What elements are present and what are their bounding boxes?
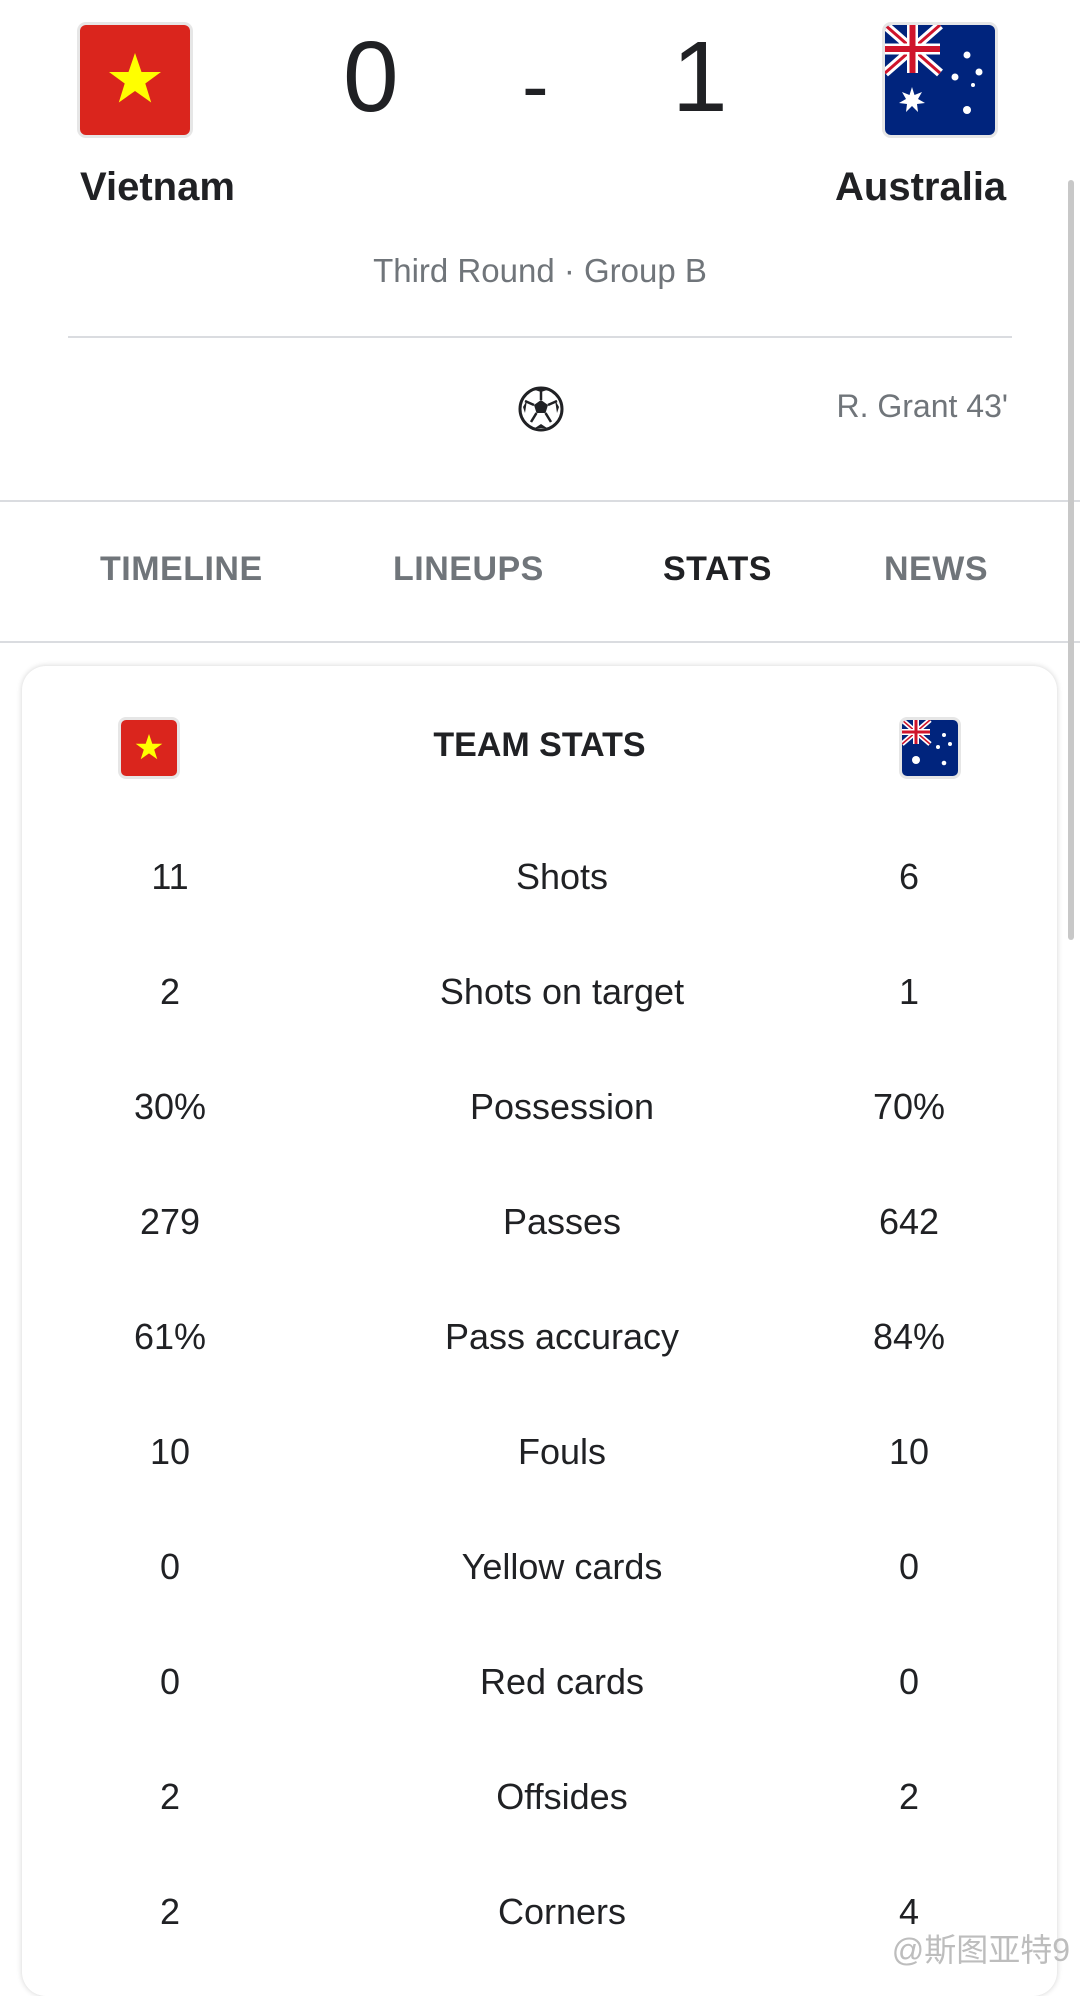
home-stat-value: 279 — [139, 1201, 201, 1242]
away-score: 1 — [672, 21, 728, 133]
home-stat-value: 2 — [159, 971, 181, 1012]
stat-row-offsides: 2 Offsides 2 — [22, 1776, 1057, 1836]
australia-flag-icon — [885, 25, 995, 135]
stat-row-fouls: 10 Fouls 10 — [22, 1431, 1057, 1491]
away-stat-value: 642 — [878, 1201, 940, 1242]
home-stat-value: 10 — [149, 1431, 191, 1472]
watermark: @斯图亚特9 — [891, 1932, 1070, 1968]
tab-bar: TIMELINE LINEUPS STATS NEWS — [0, 500, 1080, 640]
tab-lineups[interactable]: LINEUPS — [393, 550, 544, 589]
away-stat-value: 0 — [898, 1661, 920, 1702]
tab-timeline[interactable]: TIMELINE — [100, 550, 263, 589]
scoreboard-divider — [68, 336, 1012, 338]
score-separator: - — [522, 41, 549, 130]
stat-label: Red cards — [479, 1661, 645, 1702]
home-score: 0 — [343, 21, 399, 133]
home-stat-value: 11 — [151, 856, 189, 897]
stat-row-shots-on-target: 2 Shots on target 1 — [22, 971, 1057, 1031]
stat-row-passes: 279 Passes 642 — [22, 1201, 1057, 1261]
away-stat-value: 0 — [898, 1546, 920, 1587]
stat-label: Yellow cards — [461, 1546, 663, 1587]
section-divider-bottom — [0, 641, 1080, 643]
stat-row-red-cards: 0 Red cards 0 — [22, 1661, 1057, 1721]
stat-row-possession: 30% Possession 70% — [22, 1086, 1057, 1146]
goal-scorer: R. Grant 43' — [836, 388, 1008, 424]
home-stat-value: 0 — [159, 1661, 181, 1702]
stat-label: Passes — [502, 1201, 622, 1242]
stat-label: Corners — [497, 1891, 627, 1932]
stat-label: Offsides — [496, 1776, 628, 1817]
home-stat-value: 2 — [159, 1776, 181, 1817]
australia-flag-icon — [902, 720, 958, 776]
away-stat-value: 1 — [898, 971, 920, 1012]
home-stat-value: 61% — [133, 1316, 207, 1357]
home-stat-value: 2 — [159, 1891, 181, 1932]
round-info: Third Round · Group B — [373, 252, 707, 289]
home-stat-value: 30% — [133, 1086, 207, 1127]
vietnam-flag-icon — [80, 25, 190, 135]
stat-label: Fouls — [517, 1431, 607, 1472]
stat-row-pass-accuracy: 61% Pass accuracy 84% — [22, 1316, 1057, 1376]
away-stat-value: 84% — [872, 1316, 946, 1357]
stat-row-yellow-cards: 0 Yellow cards 0 — [22, 1546, 1057, 1606]
stat-label: Pass accuracy — [444, 1316, 680, 1357]
away-stat-value: 2 — [898, 1776, 920, 1817]
away-stat-value: 6 — [898, 856, 920, 897]
away-stat-value: 70% — [872, 1086, 946, 1127]
home-team-name[interactable]: Vietnam — [80, 165, 235, 210]
stat-label: Shots on target — [439, 971, 685, 1012]
team-stats-card: TEAM STATS 11 Shots 6 2 Shots on target … — [22, 666, 1057, 1996]
tab-stats[interactable]: STATS — [663, 550, 772, 589]
away-stat-value: 10 — [888, 1431, 930, 1472]
scrollbar[interactable] — [1068, 180, 1074, 940]
away-team-name[interactable]: Australia — [835, 165, 1006, 210]
stat-label: Shots — [515, 856, 609, 897]
stat-label: Possession — [469, 1086, 655, 1127]
stat-row-shots: 11 Shots 6 — [22, 856, 1057, 916]
tab-news[interactable]: NEWS — [884, 550, 988, 589]
soccer-ball-icon — [517, 385, 565, 433]
home-stat-value: 0 — [159, 1546, 181, 1587]
